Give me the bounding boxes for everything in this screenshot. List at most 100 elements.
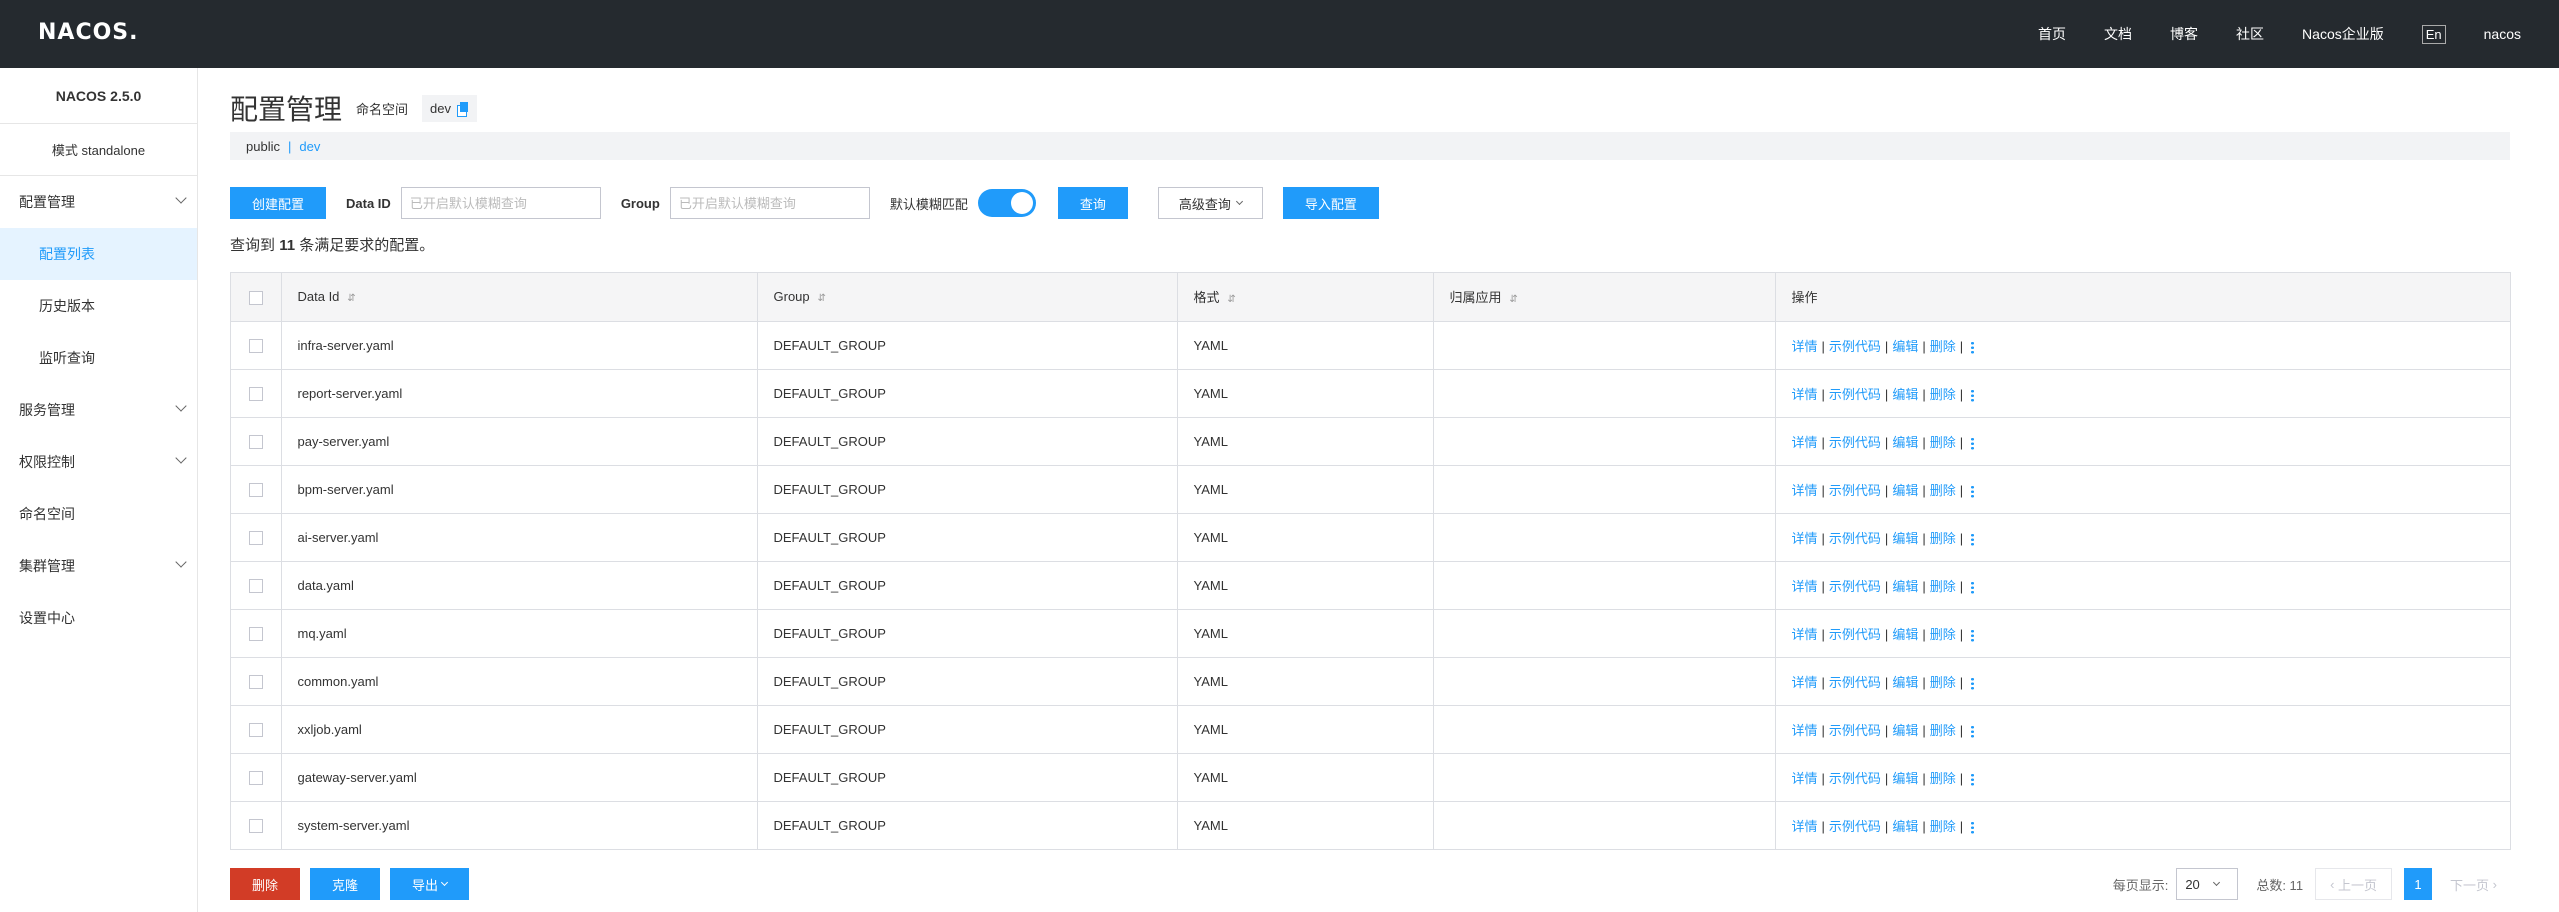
row-checkbox[interactable]	[248, 674, 263, 689]
op-delete-link[interactable]: 删除	[1930, 819, 1956, 834]
more-vertical-icon[interactable]	[1971, 772, 1975, 786]
op-delete-link[interactable]: 删除	[1930, 579, 1956, 594]
op-detail-link[interactable]: 详情	[1792, 723, 1818, 738]
op-edit-link[interactable]: 编辑	[1892, 387, 1918, 402]
op-edit-link[interactable]: 编辑	[1892, 627, 1918, 642]
sidebar-item-history[interactable]: 历史版本	[0, 280, 197, 332]
sidebar-item-config-list[interactable]: 配置列表	[0, 228, 197, 280]
sidebar-item-cluster-management[interactable]: 集群管理	[0, 540, 197, 592]
nav-home[interactable]: 首页	[2038, 24, 2066, 44]
op-edit-link[interactable]: 编辑	[1892, 675, 1918, 690]
op-sample-code-link[interactable]: 示例代码	[1829, 483, 1881, 498]
batch-delete-button[interactable]: 删除	[230, 868, 301, 900]
op-edit-link[interactable]: 编辑	[1892, 435, 1918, 450]
more-vertical-icon[interactable]	[1971, 532, 1975, 546]
query-button[interactable]: 查询	[1057, 187, 1128, 219]
op-edit-link[interactable]: 编辑	[1892, 579, 1918, 594]
column-header-dataid[interactable]: Data Id ⇵	[281, 273, 758, 321]
sidebar-item-listener-query[interactable]: 监听查询	[0, 332, 197, 384]
op-sample-code-link[interactable]: 示例代码	[1829, 531, 1881, 546]
sidebar-item-settings[interactable]: 设置中心	[0, 592, 197, 644]
op-detail-link[interactable]: 详情	[1792, 387, 1818, 402]
op-detail-link[interactable]: 详情	[1792, 675, 1818, 690]
op-delete-link[interactable]: 删除	[1930, 531, 1956, 546]
op-detail-link[interactable]: 详情	[1792, 627, 1818, 642]
column-header-format[interactable]: 格式 ⇵	[1177, 273, 1434, 321]
sidebar-item-access-control[interactable]: 权限控制	[0, 436, 197, 488]
op-detail-link[interactable]: 详情	[1792, 579, 1818, 594]
advanced-query-button[interactable]: 高级查询	[1157, 187, 1263, 219]
op-edit-link[interactable]: 编辑	[1892, 819, 1918, 834]
fuzzy-match-toggle[interactable]	[977, 189, 1036, 217]
op-detail-link[interactable]: 详情	[1792, 531, 1818, 546]
sort-icon[interactable]: ⇵	[818, 293, 826, 304]
sidebar-item-service-management[interactable]: 服务管理	[0, 384, 197, 436]
row-checkbox[interactable]	[248, 482, 263, 497]
row-checkbox[interactable]	[248, 578, 263, 593]
row-checkbox[interactable]	[248, 819, 263, 834]
prev-page-button[interactable]: ‹ 上一页	[2315, 868, 2393, 900]
sidebar-item-config-management[interactable]: 配置管理	[0, 176, 197, 228]
more-vertical-icon[interactable]	[1971, 580, 1975, 594]
op-sample-code-link[interactable]: 示例代码	[1829, 627, 1881, 642]
more-vertical-icon[interactable]	[1971, 676, 1975, 690]
op-edit-link[interactable]: 编辑	[1892, 339, 1918, 354]
sort-icon[interactable]: ⇵	[347, 293, 355, 304]
more-vertical-icon[interactable]	[1971, 628, 1975, 642]
op-detail-link[interactable]: 详情	[1792, 483, 1818, 498]
import-config-button[interactable]: 导入配置	[1282, 187, 1379, 219]
export-button[interactable]: 导出	[390, 868, 470, 900]
op-edit-link[interactable]: 编辑	[1892, 771, 1918, 786]
namespace-public[interactable]: public	[246, 139, 280, 154]
next-page-button[interactable]: 下一页 ›	[2436, 868, 2511, 900]
op-delete-link[interactable]: 删除	[1930, 627, 1956, 642]
more-vertical-icon[interactable]	[1971, 724, 1975, 738]
row-checkbox[interactable]	[248, 386, 263, 401]
op-edit-link[interactable]: 编辑	[1892, 483, 1918, 498]
op-edit-link[interactable]: 编辑	[1892, 723, 1918, 738]
more-vertical-icon[interactable]	[1971, 436, 1975, 450]
nav-enterprise[interactable]: Nacos企业版	[2302, 24, 2384, 44]
row-checkbox[interactable]	[248, 338, 263, 353]
group-input[interactable]	[669, 187, 870, 219]
op-sample-code-link[interactable]: 示例代码	[1829, 723, 1881, 738]
row-checkbox[interactable]	[248, 722, 263, 737]
op-sample-code-link[interactable]: 示例代码	[1829, 819, 1881, 834]
more-vertical-icon[interactable]	[1971, 340, 1975, 354]
op-detail-link[interactable]: 详情	[1792, 771, 1818, 786]
namespace-dev[interactable]: dev	[299, 139, 320, 154]
nav-blog[interactable]: 博客	[2170, 24, 2198, 44]
op-delete-link[interactable]: 删除	[1930, 387, 1956, 402]
copy-icon[interactable]	[457, 101, 469, 117]
clone-button[interactable]: 克隆	[310, 868, 381, 900]
page-size-select[interactable]: 20	[2176, 868, 2239, 900]
page-number-current[interactable]: 1	[2404, 868, 2433, 900]
op-delete-link[interactable]: 删除	[1930, 339, 1956, 354]
op-sample-code-link[interactable]: 示例代码	[1829, 579, 1881, 594]
sort-icon[interactable]: ⇵	[1510, 294, 1518, 305]
op-sample-code-link[interactable]: 示例代码	[1829, 387, 1881, 402]
more-vertical-icon[interactable]	[1971, 820, 1975, 834]
op-delete-link[interactable]: 删除	[1930, 483, 1956, 498]
op-delete-link[interactable]: 删除	[1930, 771, 1956, 786]
user-name[interactable]: nacos	[2484, 26, 2521, 42]
op-sample-code-link[interactable]: 示例代码	[1829, 339, 1881, 354]
select-all-checkbox[interactable]	[248, 290, 263, 305]
create-config-button[interactable]: 创建配置	[230, 187, 327, 219]
op-detail-link[interactable]: 详情	[1792, 819, 1818, 834]
op-detail-link[interactable]: 详情	[1792, 339, 1818, 354]
row-checkbox[interactable]	[248, 434, 263, 449]
row-checkbox[interactable]	[248, 626, 263, 641]
op-sample-code-link[interactable]: 示例代码	[1829, 675, 1881, 690]
op-delete-link[interactable]: 删除	[1930, 435, 1956, 450]
nav-community[interactable]: 社区	[2236, 24, 2264, 44]
row-checkbox[interactable]	[248, 530, 263, 545]
dataid-input[interactable]	[400, 187, 601, 219]
nav-docs[interactable]: 文档	[2104, 24, 2132, 44]
op-sample-code-link[interactable]: 示例代码	[1829, 435, 1881, 450]
language-switch[interactable]: En	[2421, 24, 2446, 44]
op-detail-link[interactable]: 详情	[1792, 435, 1818, 450]
column-header-app[interactable]: 归属应用 ⇵	[1433, 273, 1776, 321]
more-vertical-icon[interactable]	[1971, 388, 1975, 402]
sort-icon[interactable]: ⇵	[1228, 294, 1236, 305]
